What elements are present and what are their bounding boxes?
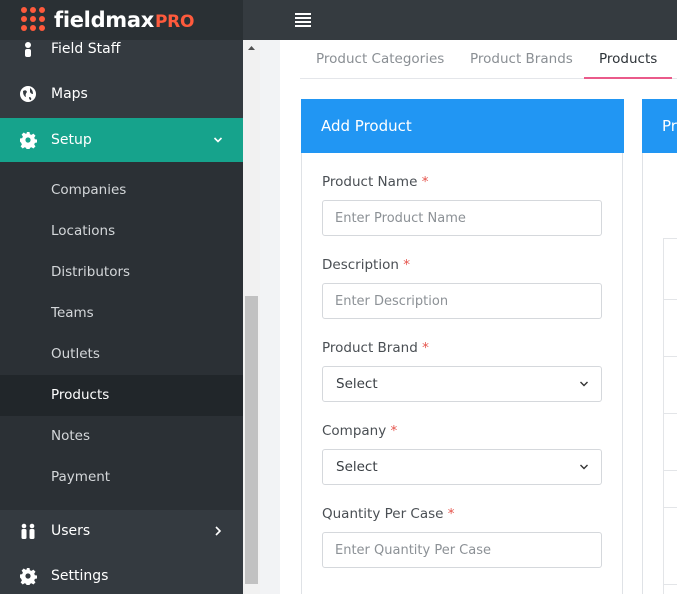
submenu-item-label: Products — [51, 387, 110, 403]
sidebar-item-setup[interactable]: Setup — [0, 118, 243, 162]
submenu-item-label: Outlets — [51, 346, 100, 362]
quantity-per-case-label: Quantity Per Case * — [322, 506, 455, 522]
submenu-item-label: Notes — [51, 428, 90, 444]
sidebar-scrollbar[interactable] — [243, 40, 260, 594]
add-product-card: Add Product Product Name * Description *… — [301, 99, 624, 594]
card-header: Add Product — [301, 99, 624, 153]
card-title: Add Product — [321, 117, 412, 135]
brand-logo[interactable]: fieldmaxPRO — [0, 0, 243, 40]
field-staff-icon — [25, 42, 31, 57]
logo-wordmark: fieldmaxPRO — [54, 8, 195, 32]
content-panel: Product Categories Product Brands Produc… — [280, 40, 677, 594]
top-bar: fieldmaxPRO — [0, 0, 677, 40]
card-title: Pr — [662, 117, 677, 135]
chevron-right-icon — [215, 526, 222, 536]
chevron-down-icon — [213, 137, 223, 143]
sidebar-item-label: Users — [51, 523, 91, 539]
chevron-down-icon — [580, 381, 588, 387]
product-name-label: Product Name * — [322, 174, 429, 190]
product-list-card: Pr — [642, 99, 677, 594]
submenu-item-label: Companies — [51, 182, 127, 198]
sidebar-item-label: Field Staff — [51, 41, 121, 57]
required-marker: * — [447, 506, 455, 522]
sidebar-item-label: Settings — [51, 568, 109, 584]
required-marker: * — [421, 174, 429, 190]
users-icon — [21, 523, 35, 539]
product-brand-label: Product Brand * — [322, 340, 429, 356]
required-marker: * — [422, 340, 429, 356]
sidebar-item-label: Maps — [51, 86, 88, 102]
table-row — [664, 356, 677, 357]
required-marker: * — [390, 423, 398, 439]
submenu-item-companies[interactable]: Companies — [0, 170, 243, 211]
tab-products[interactable]: Products — [584, 40, 673, 79]
submenu-item-distributors[interactable]: Distributors — [0, 252, 243, 293]
submenu-item-outlets[interactable]: Outlets — [0, 334, 243, 375]
sidebar-item-settings[interactable]: Settings — [0, 554, 243, 594]
tab-product-categories[interactable]: Product Categories — [316, 40, 444, 79]
table-row — [664, 470, 677, 471]
globe-icon — [20, 86, 36, 102]
sidebar-item-field-staff[interactable]: Field Staff — [0, 40, 243, 71]
sidebar-item-label: Setup — [51, 132, 92, 148]
submenu-item-teams[interactable]: Teams — [0, 293, 243, 334]
gear-icon — [20, 132, 37, 149]
company-label: Company * — [322, 423, 398, 439]
submenu-item-label: Teams — [51, 305, 94, 321]
submenu-item-locations[interactable]: Locations — [0, 211, 243, 252]
submenu-item-products[interactable]: Products — [0, 375, 243, 416]
company-select[interactable]: Select — [322, 449, 602, 485]
scrollbar-thumb[interactable] — [245, 296, 258, 584]
sidebar-item-maps[interactable]: Maps — [0, 72, 243, 116]
scroll-up-arrow-icon[interactable] — [243, 40, 260, 57]
sidebar: Field Staff Maps Setup Companies Locatio… — [0, 40, 243, 594]
submenu-item-label: Locations — [51, 223, 116, 239]
table-row — [664, 413, 677, 414]
sidebar-item-users[interactable]: Users — [0, 509, 243, 553]
table-row — [664, 584, 677, 585]
gear-icon — [20, 568, 37, 585]
submenu-item-label: Distributors — [51, 264, 131, 280]
setup-submenu: Companies Locations Distributors Teams O… — [0, 162, 243, 510]
chevron-down-icon — [580, 464, 588, 470]
quantity-per-case-input[interactable] — [322, 532, 602, 568]
description-input[interactable] — [322, 283, 602, 319]
description-label: Description * — [322, 257, 410, 273]
card-header: Pr — [642, 99, 677, 153]
tab-product-brands[interactable]: Product Brands — [470, 40, 573, 79]
logo-pro-suffix: PRO — [155, 12, 195, 32]
select-value: Select — [336, 459, 378, 475]
select-value: Select — [336, 376, 378, 392]
submenu-item-notes[interactable]: Notes — [0, 416, 243, 457]
product-brand-select[interactable]: Select — [322, 366, 602, 402]
menu-toggle-icon[interactable] — [295, 13, 311, 27]
required-marker: * — [403, 257, 410, 273]
product-name-input[interactable] — [322, 200, 602, 236]
submenu-item-label: Payment — [51, 469, 111, 485]
product-table — [663, 238, 677, 594]
main-content: Product Categories Product Brands Produc… — [260, 40, 677, 594]
logo-dots-icon — [21, 7, 47, 33]
tab-bar: Product Categories Product Brands Produc… — [300, 40, 677, 79]
submenu-item-payment[interactable]: Payment — [0, 457, 243, 498]
table-row — [664, 507, 677, 508]
table-row — [664, 299, 677, 300]
